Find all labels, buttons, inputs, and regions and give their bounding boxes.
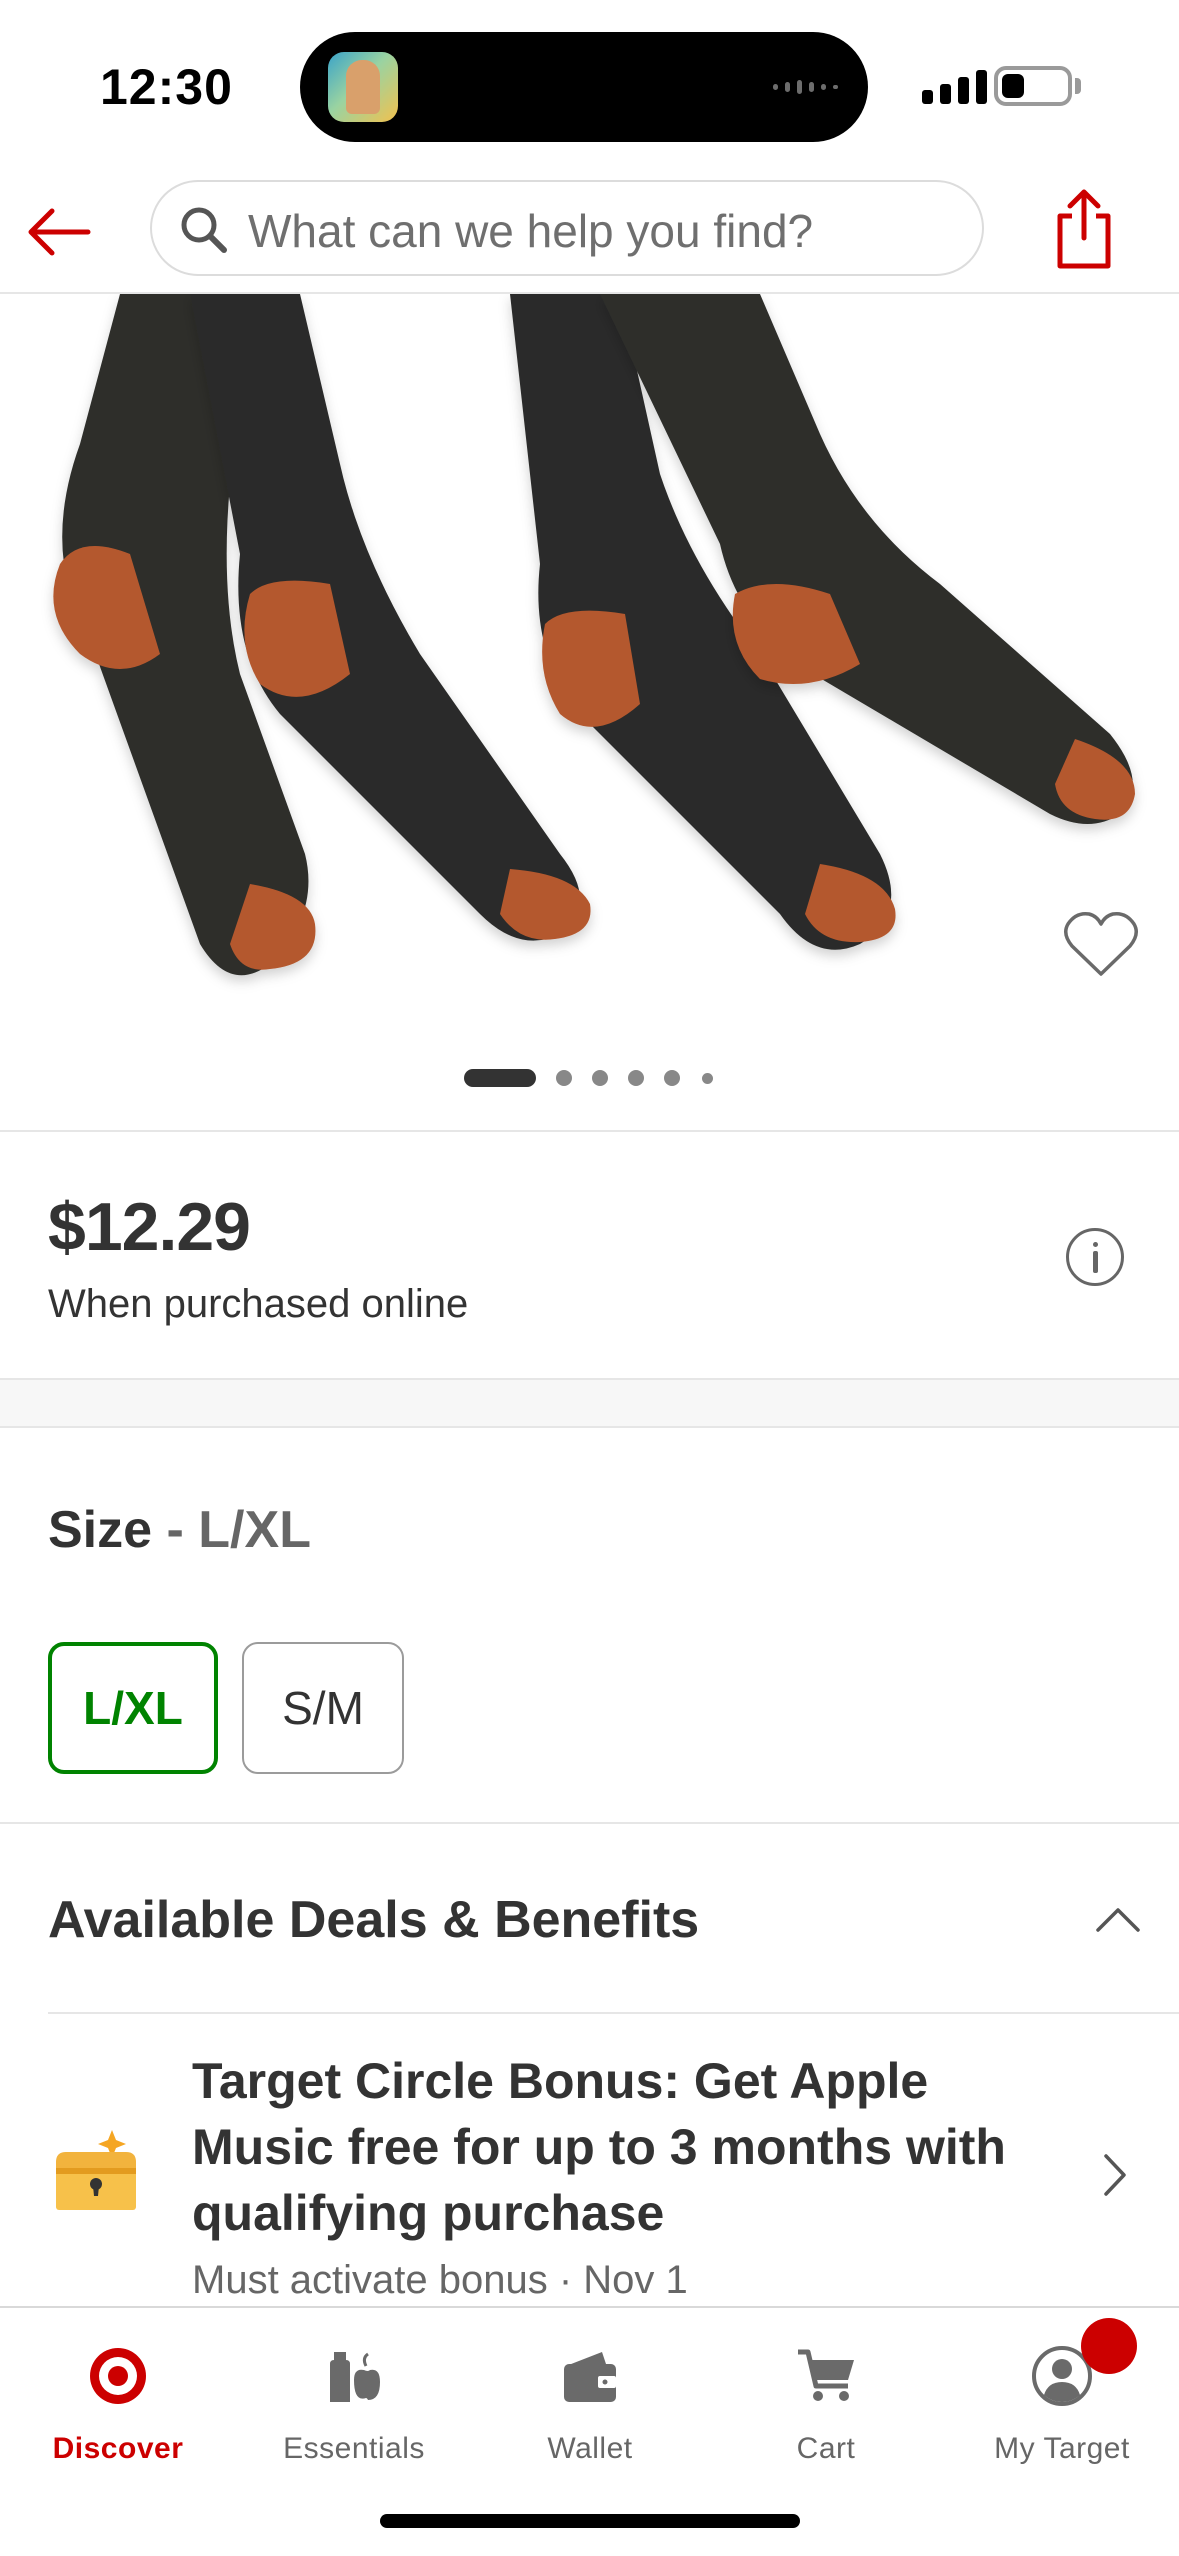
favorite-button[interactable]: [1062, 908, 1140, 980]
share-icon: [1057, 189, 1111, 269]
tab-cart[interactable]: Cart: [708, 2308, 944, 2478]
now-playing-artwork: [328, 52, 398, 122]
image-carousel-indicator[interactable]: [0, 1068, 1179, 1088]
info-icon[interactable]: [1066, 1228, 1124, 1286]
divider: [0, 1822, 1179, 1824]
chevron-right-icon: [1104, 2154, 1126, 2196]
carousel-dot[interactable]: [628, 1070, 644, 1086]
size-label: Size: [48, 1501, 153, 1559]
carousel-dot[interactable]: [556, 1070, 572, 1086]
back-button[interactable]: [22, 192, 102, 272]
divider: [0, 1130, 1179, 1132]
tab-discover[interactable]: Discover: [0, 2308, 236, 2478]
carousel-dot[interactable]: [592, 1070, 608, 1086]
top-header: What can we help you find?: [0, 170, 1179, 294]
search-placeholder: What can we help you find?: [248, 205, 814, 257]
tab-my-target[interactable]: My Target: [944, 2308, 1179, 2478]
tab-wallet[interactable]: Wallet: [472, 2308, 708, 2478]
dynamic-island[interactable]: [300, 32, 868, 142]
search-icon: [181, 207, 227, 253]
wallet-icon: [564, 2352, 616, 2402]
search-input[interactable]: What can we help you find?: [150, 180, 984, 276]
carousel-dot[interactable]: [664, 1070, 680, 1086]
size-separator: -: [166, 1501, 184, 1559]
back-arrow-icon: [28, 208, 91, 256]
bullseye-icon: [90, 2348, 146, 2404]
tab-label: My Target: [994, 2432, 1130, 2465]
status-bar: 12:30: [0, 0, 1179, 170]
battery-icon: [994, 66, 1072, 106]
cellular-signal-icon: [922, 70, 987, 104]
size-selected-value: L/XL: [198, 1501, 311, 1559]
product-image[interactable]: [0, 294, 1179, 1130]
price: $12.29: [48, 1189, 251, 1265]
tab-essentials[interactable]: Essentials: [236, 2308, 472, 2478]
essentials-icon: [330, 2352, 380, 2402]
chevron-up-icon[interactable]: [1094, 1904, 1142, 1934]
size-option-sm[interactable]: S/M: [242, 1642, 404, 1774]
deal-title: Target Circle Bonus: Get Apple Music fre…: [192, 2053, 1006, 2241]
socks-photo: [53, 294, 1135, 976]
carousel-dot-active[interactable]: [464, 1069, 536, 1087]
notification-badge: [1081, 2318, 1137, 2374]
price-note: When purchased online: [48, 1282, 469, 1326]
tab-label: Wallet: [547, 2432, 633, 2465]
treasure-chest-icon: [56, 2130, 136, 2210]
tab-label: Discover: [52, 2432, 184, 2465]
deals-heading[interactable]: Available Deals & Benefits: [48, 1890, 699, 1950]
cart-icon: [798, 2349, 854, 2401]
tab-label: Essentials: [283, 2432, 425, 2465]
carousel-dot[interactable]: [702, 1073, 713, 1084]
share-button[interactable]: [1046, 182, 1122, 278]
home-indicator[interactable]: [380, 2514, 800, 2528]
deal-subtitle: Must activate bonus · Nov 1: [192, 2258, 688, 2302]
status-time: 12:30: [100, 59, 233, 115]
section-separator: [0, 1378, 1179, 1428]
divider: [48, 2012, 1179, 2014]
heart-outline-icon: [1064, 911, 1138, 976]
size-option-lxl[interactable]: L/XL: [48, 1642, 218, 1774]
size-heading: Size - L/XL: [48, 1500, 311, 1560]
audio-waveform-icon: [773, 80, 838, 94]
tab-label: Cart: [796, 2432, 856, 2465]
